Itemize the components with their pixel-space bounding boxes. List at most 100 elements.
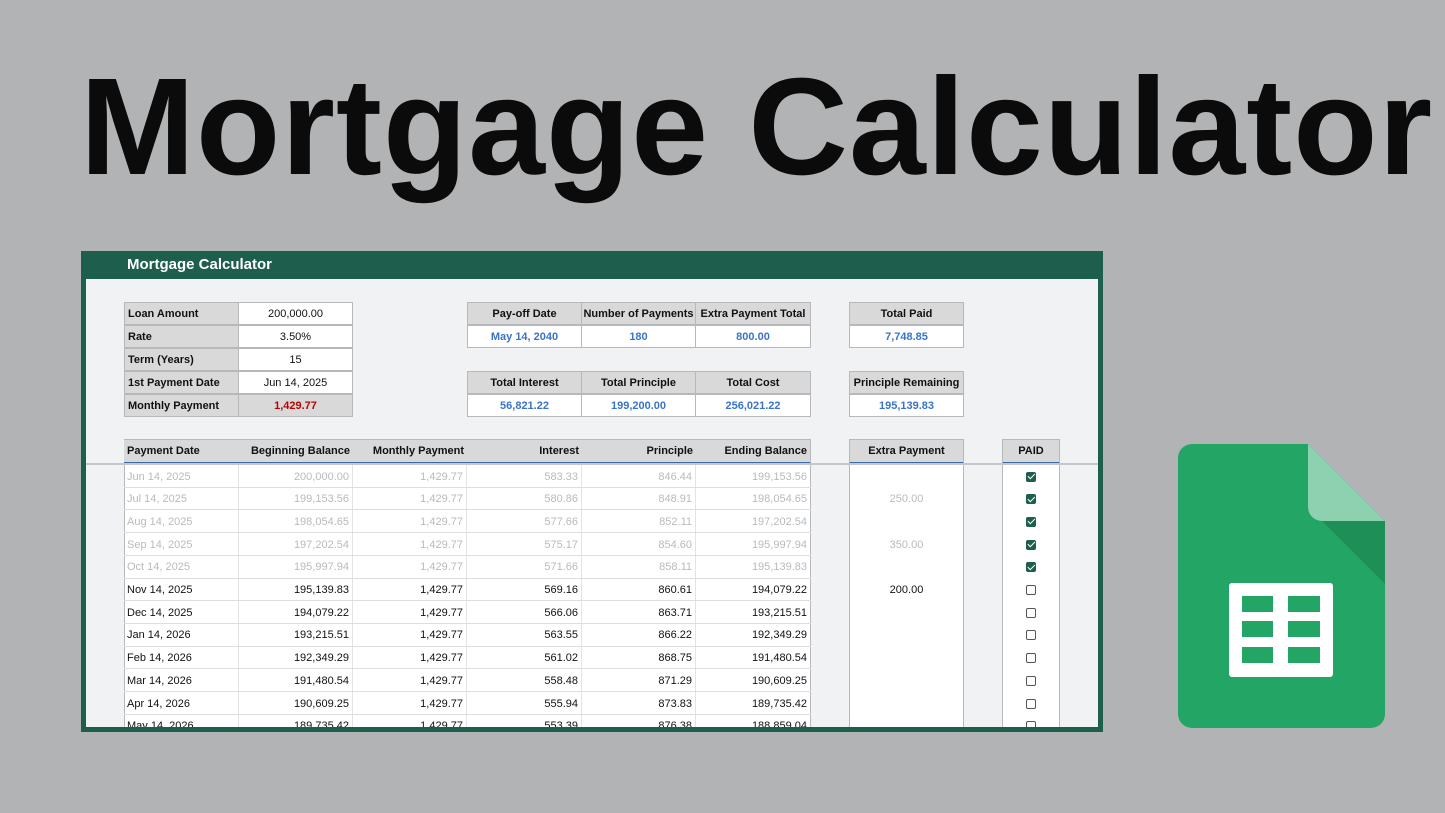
unchecked-checkbox[interactable] — [1026, 630, 1036, 641]
cell-date[interactable]: Dec 14, 2025 — [124, 601, 239, 624]
cell-payment[interactable]: 1,429.77 — [352, 601, 467, 624]
cell-extra-payment[interactable] — [849, 556, 964, 579]
cell-end[interactable]: 199,153.56 — [695, 465, 811, 488]
col-header-paid[interactable]: PAID — [1002, 439, 1060, 464]
cell-interest[interactable]: 571.66 — [466, 556, 582, 579]
col-header-ending-balance[interactable]: Ending Balance — [695, 439, 811, 464]
cell-principle[interactable]: 852.11 — [581, 510, 696, 533]
col-header-payment-date[interactable]: Payment Date — [124, 439, 239, 464]
cell-end[interactable]: 197,202.54 — [695, 510, 811, 533]
cell-interest[interactable]: 555.94 — [466, 692, 582, 715]
cell-payment[interactable]: 1,429.77 — [352, 624, 467, 647]
cell-interest[interactable]: 583.33 — [466, 465, 582, 488]
cell-date[interactable]: May 14, 2026 — [124, 715, 239, 727]
cell-principle[interactable]: 871.29 — [581, 669, 696, 692]
cell-interest[interactable]: 563.55 — [466, 624, 582, 647]
cell-payment[interactable]: 1,429.77 — [352, 488, 467, 511]
unchecked-checkbox[interactable] — [1026, 653, 1036, 664]
cell-extra-payment[interactable] — [849, 510, 964, 533]
cell-principle[interactable]: 860.61 — [581, 579, 696, 602]
cell-end[interactable]: 198,054.65 — [695, 488, 811, 511]
cell-begin[interactable]: 194,079.22 — [238, 601, 353, 624]
cell-payment[interactable]: 1,429.77 — [352, 579, 467, 602]
unchecked-checkbox[interactable] — [1026, 721, 1036, 727]
cell-principle[interactable]: 868.75 — [581, 647, 696, 670]
cell-interest[interactable]: 580.86 — [466, 488, 582, 511]
cell-interest[interactable]: 561.02 — [466, 647, 582, 670]
col-header-principle[interactable]: Principle — [581, 439, 696, 464]
cell-end[interactable]: 195,997.94 — [695, 533, 811, 556]
unchecked-checkbox[interactable] — [1026, 585, 1036, 595]
cell-principle[interactable]: 858.11 — [581, 556, 696, 579]
cell-date[interactable]: Oct 14, 2025 — [124, 556, 239, 579]
cell-principle[interactable]: 866.22 — [581, 624, 696, 647]
cell-payment[interactable]: 1,429.77 — [352, 715, 467, 727]
cell-date[interactable]: Jun 14, 2025 — [124, 465, 239, 488]
cell-extra-payment[interactable] — [849, 715, 964, 727]
checked-checkbox[interactable] — [1026, 539, 1036, 550]
term-input[interactable]: 15 — [238, 348, 353, 371]
col-header-monthly-payment[interactable]: Monthly Payment — [352, 439, 467, 464]
cell-interest[interactable]: 553.39 — [466, 715, 582, 727]
cell-principle[interactable]: 846.44 — [581, 465, 696, 488]
cell-payment[interactable]: 1,429.77 — [352, 692, 467, 715]
cell-extra-payment[interactable] — [849, 601, 964, 624]
cell-interest[interactable]: 558.48 — [466, 669, 582, 692]
cell-payment[interactable]: 1,429.77 — [352, 533, 467, 556]
cell-end[interactable]: 188,859.04 — [695, 715, 811, 727]
col-header-extra-payment[interactable]: Extra Payment — [849, 439, 964, 464]
cell-principle[interactable]: 848.91 — [581, 488, 696, 511]
rate-input[interactable]: 3.50% — [238, 325, 353, 348]
cell-begin[interactable]: 189,735.42 — [238, 715, 353, 727]
cell-begin[interactable]: 199,153.56 — [238, 488, 353, 511]
cell-principle[interactable]: 854.60 — [581, 533, 696, 556]
checked-checkbox[interactable] — [1026, 471, 1036, 482]
cell-interest[interactable]: 566.06 — [466, 601, 582, 624]
cell-principle[interactable]: 863.71 — [581, 601, 696, 624]
cell-end[interactable]: 192,349.29 — [695, 624, 811, 647]
cell-date[interactable]: Jul 14, 2025 — [124, 488, 239, 511]
cell-end[interactable]: 193,215.51 — [695, 601, 811, 624]
cell-extra-payment[interactable] — [849, 647, 964, 670]
cell-principle[interactable]: 876.38 — [581, 715, 696, 727]
cell-end[interactable]: 195,139.83 — [695, 556, 811, 579]
cell-principle[interactable]: 873.83 — [581, 692, 696, 715]
cell-begin[interactable]: 191,480.54 — [238, 669, 353, 692]
cell-extra-payment[interactable] — [849, 669, 964, 692]
cell-begin[interactable]: 192,349.29 — [238, 647, 353, 670]
checked-checkbox[interactable] — [1026, 494, 1036, 505]
cell-payment[interactable]: 1,429.77 — [352, 556, 467, 579]
cell-payment[interactable]: 1,429.77 — [352, 465, 467, 488]
cell-payment[interactable]: 1,429.77 — [352, 669, 467, 692]
cell-date[interactable]: Sep 14, 2025 — [124, 533, 239, 556]
cell-date[interactable]: Feb 14, 2026 — [124, 647, 239, 670]
cell-end[interactable]: 194,079.22 — [695, 579, 811, 602]
cell-extra-payment[interactable] — [849, 692, 964, 715]
unchecked-checkbox[interactable] — [1026, 698, 1036, 709]
cell-begin[interactable]: 195,139.83 — [238, 579, 353, 602]
cell-begin[interactable]: 193,215.51 — [238, 624, 353, 647]
cell-extra-payment[interactable]: 250.00 — [849, 488, 964, 511]
cell-begin[interactable]: 190,609.25 — [238, 692, 353, 715]
cell-payment[interactable]: 1,429.77 — [352, 510, 467, 533]
cell-extra-payment[interactable] — [849, 465, 964, 488]
cell-extra-payment[interactable]: 200.00 — [849, 579, 964, 602]
cell-end[interactable]: 191,480.54 — [695, 647, 811, 670]
unchecked-checkbox[interactable] — [1026, 607, 1036, 618]
cell-interest[interactable]: 577.66 — [466, 510, 582, 533]
first-payment-date-input[interactable]: Jun 14, 2025 — [238, 371, 353, 394]
cell-extra-payment[interactable]: 350.00 — [849, 533, 964, 556]
cell-interest[interactable]: 575.17 — [466, 533, 582, 556]
cell-end[interactable]: 189,735.42 — [695, 692, 811, 715]
checked-checkbox[interactable] — [1026, 562, 1036, 573]
col-header-interest[interactable]: Interest — [466, 439, 582, 464]
cell-payment[interactable]: 1,429.77 — [352, 647, 467, 670]
cell-date[interactable]: Nov 14, 2025 — [124, 579, 239, 602]
cell-begin[interactable]: 195,997.94 — [238, 556, 353, 579]
cell-extra-payment[interactable] — [849, 624, 964, 647]
cell-date[interactable]: Apr 14, 2026 — [124, 692, 239, 715]
col-header-beginning-balance[interactable]: Beginning Balance — [238, 439, 353, 464]
cell-date[interactable]: Mar 14, 2026 — [124, 669, 239, 692]
cell-interest[interactable]: 569.16 — [466, 579, 582, 602]
cell-date[interactable]: Jan 14, 2026 — [124, 624, 239, 647]
